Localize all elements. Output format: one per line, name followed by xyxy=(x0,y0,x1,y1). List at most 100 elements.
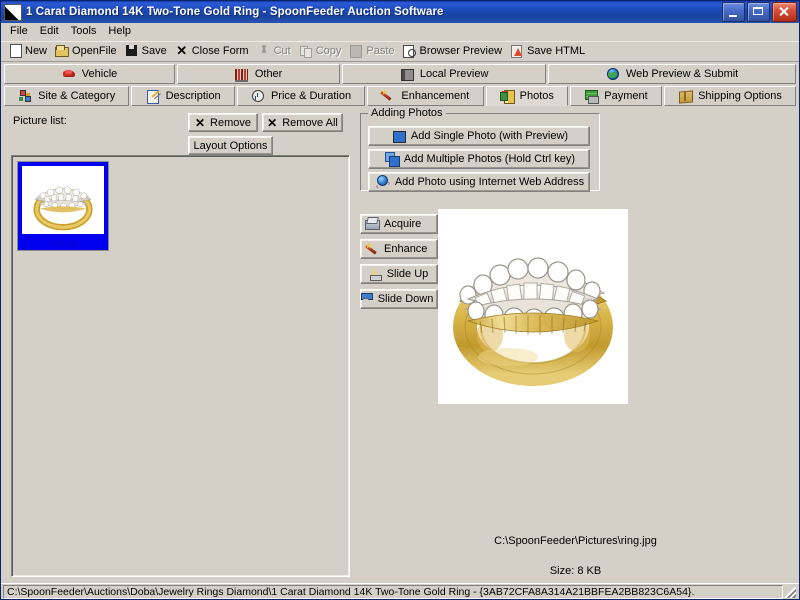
toolbar-openfile-button[interactable]: OpenFile xyxy=(52,43,122,60)
title-bar: 1 Carat Diamond 14K Two-Tone Gold Ring -… xyxy=(1,1,799,23)
magic-wand-icon xyxy=(381,89,396,103)
application-window: 1 Carat Diamond 14K Two-Tone Gold Ring -… xyxy=(0,0,800,600)
tab-description-label: Description xyxy=(165,89,221,102)
remove-all-button-label: Remove All xyxy=(282,116,338,129)
menu-item-help[interactable]: Help xyxy=(102,24,137,39)
toolbar-close-form-button[interactable]: ✕ Close Form xyxy=(172,43,254,60)
page-magnifier-icon xyxy=(402,44,417,58)
picture-list-box[interactable]: ring.jpg xyxy=(11,155,350,577)
preview-file-path: C:\SpoonFeeder\Pictures\ring.jpg xyxy=(494,535,657,547)
adding-photos-title: Adding Photos xyxy=(368,107,446,119)
list-item[interactable]: ring.jpg xyxy=(17,161,109,251)
window-title: 1 Carat Diamond 14K Two-Tone Gold Ring -… xyxy=(26,6,444,18)
menu-bar: File Edit Tools Help xyxy=(1,23,799,41)
tab-web-preview-submit[interactable]: Web Preview & Submit xyxy=(548,64,797,84)
single-photo-icon xyxy=(392,129,406,143)
tab-local-preview[interactable]: Local Preview xyxy=(342,64,547,84)
tab-vehicle[interactable]: Vehicle xyxy=(4,64,176,84)
acquire-button[interactable]: Acquire xyxy=(360,214,438,234)
menu-item-edit[interactable]: Edit xyxy=(34,24,65,39)
photo-preview xyxy=(438,209,628,404)
layout-options-button[interactable]: Layout Options xyxy=(188,136,273,155)
menu-item-tools[interactable]: Tools xyxy=(65,24,103,39)
tab-shipping-options[interactable]: Shipping Options xyxy=(663,86,797,106)
add-multiple-photos-label: Add Multiple Photos (Hold Ctrl key) xyxy=(403,153,576,165)
toolbar-save-button[interactable]: Save xyxy=(122,43,172,60)
toolbar-new-button[interactable]: New xyxy=(5,43,52,60)
tab-photos-label: Photos xyxy=(519,89,554,102)
close-x-icon: ✕ xyxy=(176,43,188,58)
tab-site-category[interactable]: Site & Category xyxy=(4,86,130,106)
maximize-icon xyxy=(748,3,769,21)
preview-file-size: Size: 8 KB xyxy=(549,565,602,577)
tab-photos[interactable]: Photos xyxy=(485,86,569,106)
slide-down-button[interactable]: Slide Down xyxy=(360,289,438,309)
gold-diamond-ring-preview-icon xyxy=(438,209,628,404)
add-multiple-photos-button[interactable]: Add Multiple Photos (Hold Ctrl key) xyxy=(368,149,590,169)
toolbar-save-html-label: Save HTML xyxy=(527,44,586,57)
toolbar-new-label: New xyxy=(25,44,48,57)
book-icon xyxy=(400,67,415,81)
toolbar-cut-label: Cut xyxy=(273,44,291,57)
gold-diamond-ring-thumb-icon xyxy=(22,166,104,234)
tab-other[interactable]: Other xyxy=(177,64,341,84)
window-controls xyxy=(722,2,797,22)
enhance-button[interactable]: Enhance xyxy=(360,239,438,259)
car-icon xyxy=(62,67,77,81)
photos-panel: Picture list: ✕ Remove ✕ Remove All Layo… xyxy=(1,107,799,583)
tab-bar: Vehicle Other Local Preview Web Preview … xyxy=(1,62,799,107)
remove-button[interactable]: ✕ Remove xyxy=(188,113,258,132)
slide-up-button[interactable]: Slide Up xyxy=(360,264,438,284)
tab-payment[interactable]: Payment xyxy=(570,86,662,106)
floppy-disk-icon xyxy=(125,44,139,58)
toolbar-browser-preview-label: Browser Preview xyxy=(419,44,503,57)
picture-list-pane: Picture list: ✕ Remove ✕ Remove All Layo… xyxy=(5,111,350,583)
add-photo-web-address-label: Add Photo using Internet Web Address xyxy=(394,176,585,188)
clock-icon xyxy=(251,89,266,103)
tab-local-preview-label: Local Preview xyxy=(419,67,489,80)
toolbar-close-form-label: Close Form xyxy=(191,44,249,57)
save-html-icon xyxy=(510,44,524,58)
close-button[interactable] xyxy=(772,2,797,22)
tab-price-duration[interactable]: Price & Duration xyxy=(236,86,366,106)
remove-button-label: Remove xyxy=(210,116,252,129)
minimize-button[interactable] xyxy=(722,2,745,22)
film-roll-icon xyxy=(499,89,515,104)
enhance-button-label: Enhance xyxy=(384,243,428,255)
resize-grip-icon[interactable] xyxy=(783,585,797,599)
toolbar: New OpenFile Save ✕ Close Form Cut Copy … xyxy=(1,41,799,62)
toolbar-cut-button: Cut xyxy=(254,43,296,60)
slide-up-button-label: Slide Up xyxy=(386,268,429,280)
package-box-icon xyxy=(678,89,693,103)
menu-item-file[interactable]: File xyxy=(4,24,34,39)
tab-shipping-options-label: Shipping Options xyxy=(698,89,782,102)
clipboard-icon xyxy=(349,44,363,58)
add-photo-web-address-button[interactable]: Add Photo using Internet Web Address xyxy=(368,172,590,192)
toolbar-openfile-label: OpenFile xyxy=(72,44,117,57)
toolbar-paste-button: Paste xyxy=(346,43,399,60)
toolbar-save-html-button[interactable]: Save HTML xyxy=(507,43,590,60)
tab-other-label: Other xyxy=(254,67,283,80)
toolbar-browser-preview-button[interactable]: Browser Preview xyxy=(400,43,508,60)
tab-vehicle-label: Vehicle xyxy=(81,67,118,80)
x-icon: ✕ xyxy=(194,115,206,130)
copy-icon xyxy=(299,44,313,58)
globe-icon xyxy=(606,67,621,81)
remove-all-button[interactable]: ✕ Remove All xyxy=(262,113,343,132)
maximize-button[interactable] xyxy=(747,2,770,22)
tab-row-primary: Vehicle Other Local Preview Web Preview … xyxy=(1,64,799,85)
sitemap-icon xyxy=(18,89,33,103)
notepad-pencil-icon xyxy=(146,89,161,104)
add-single-photo-button[interactable]: Add Single Photo (with Preview) xyxy=(368,126,590,146)
tab-enhancement[interactable]: Enhancement xyxy=(367,86,484,106)
close-icon xyxy=(773,3,796,21)
tab-description[interactable]: Description xyxy=(131,86,235,106)
multiple-photos-icon xyxy=(384,152,400,167)
acquire-button-label: Acquire xyxy=(384,218,422,230)
arrow-up-icon xyxy=(368,267,382,281)
tab-row-secondary: Site & Category Description Price & Dura… xyxy=(1,86,799,107)
toolbar-paste-label: Paste xyxy=(366,44,395,57)
open-folder-icon xyxy=(55,44,70,58)
status-bar: C:\SpoonFeeder\Auctions\Doba\Jewelry Rin… xyxy=(1,583,799,599)
tab-price-duration-label: Price & Duration xyxy=(270,89,352,102)
